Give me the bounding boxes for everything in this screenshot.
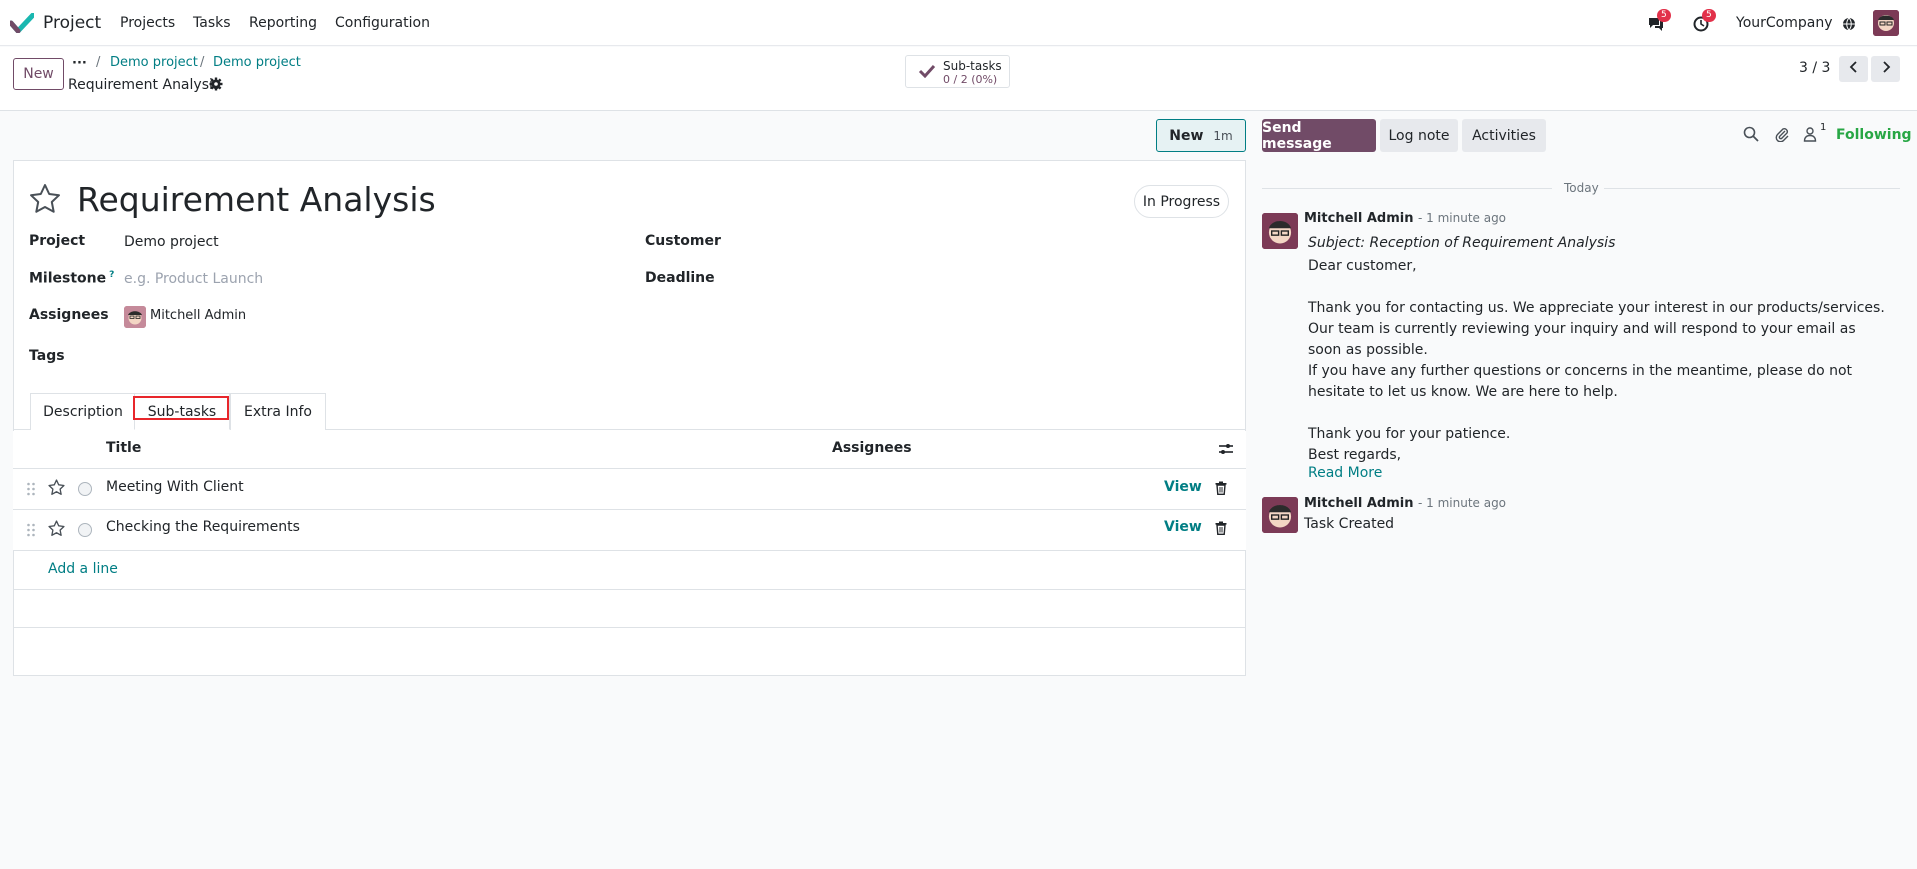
message-author-name[interactable]: Mitchell Admin [1304,211,1413,226]
activity-badge: 5 [1702,9,1716,22]
menu-configuration[interactable]: Configuration [335,15,430,31]
column-assignees[interactable]: Assignees [832,440,912,456]
breadcrumb-demo-project-2[interactable]: Demo project [213,55,301,70]
column-title[interactable]: Title [106,440,141,456]
view-button[interactable]: View [1164,479,1202,495]
user-icon[interactable] [1802,126,1820,144]
chat-badge: 5 [1657,9,1671,22]
pager-value[interactable]: 3 / 3 [1799,60,1830,76]
pager-next-button[interactable] [1871,56,1900,82]
gear-icon[interactable] [209,77,223,91]
message-avatar[interactable] [1262,497,1298,533]
milestone-label: Milestone? [29,270,114,287]
paperclip-icon[interactable] [1774,126,1792,144]
tab-highlight-box [133,396,229,420]
stage-time: 1m [1213,128,1233,143]
message-author: Mitchell Admin - 1 minute ago [1304,211,1506,226]
breadcrumb-demo-project[interactable]: Demo project [110,55,198,70]
subtasks-value: 0 / 2 (0%) [943,73,998,86]
subtasks-label: Sub-tasks [943,59,1002,73]
drag-handle-icon[interactable] [26,482,36,496]
assignee-avatar [124,306,146,328]
star-icon[interactable] [48,479,65,496]
message-subject: Subject: Reception of Requirement Analys… [1308,235,1616,251]
chat-icon[interactable]: 5 [1645,9,1671,35]
add-line-link[interactable]: Add a line [48,561,118,577]
message-author: Mitchell Admin - 1 minute ago [1304,496,1506,511]
menu-tasks[interactable]: Tasks [193,15,231,31]
app-logo-icon[interactable] [8,12,36,34]
task-state-button[interactable]: In Progress [1134,185,1229,218]
drag-handle-icon[interactable] [26,523,36,537]
milestone-field[interactable]: e.g. Product Launch [124,271,263,287]
send-message-button[interactable]: Send message [1262,119,1376,152]
company-switcher[interactable]: YourCompany [1736,15,1833,31]
breadcrumb-separator: / [96,55,101,70]
globe-icon[interactable] [1838,13,1860,35]
clock-icon[interactable]: 5 [1690,9,1716,35]
task-title[interactable]: Requirement Analysis [77,180,436,219]
tags-label: Tags [29,348,65,364]
chevron-right-icon [1881,61,1891,77]
column-options-icon[interactable] [1218,441,1234,457]
menu-reporting[interactable]: Reporting [249,15,317,31]
date-separator: Today [1564,181,1599,195]
row-title[interactable]: Checking the Requirements [106,519,300,535]
message-time: - 1 minute ago [1417,496,1507,510]
date-divider [1262,188,1552,189]
star-icon[interactable] [29,183,61,215]
trash-icon[interactable] [1215,481,1229,495]
stage-label: New [1169,127,1204,144]
following-button[interactable]: Following [1836,127,1912,143]
activities-button[interactable]: Activities [1462,119,1546,152]
row-divider [13,589,1246,590]
row-divider [13,627,1246,628]
app-name[interactable]: Project [43,13,101,33]
follower-count: 1 [1820,122,1827,133]
deadline-label: Deadline [645,270,715,286]
new-button[interactable]: New [13,58,64,90]
row-title[interactable]: Meeting With Client [106,479,244,495]
menu-projects[interactable]: Projects [120,15,175,31]
milestone-label-text: Milestone [29,270,107,287]
milestone-help-icon[interactable]: ? [109,270,114,280]
star-icon[interactable] [48,520,65,537]
log-note-button[interactable]: Log note [1380,119,1458,152]
breadcrumb-separator: / [200,55,205,70]
state-circle-icon[interactable] [78,523,92,537]
message-time: - 1 minute ago [1417,211,1507,225]
tab-description[interactable]: Description [30,393,136,430]
project-label: Project [29,233,86,249]
breadcrumb-collapse[interactable]: ··· [72,56,87,71]
trash-icon[interactable] [1215,521,1229,535]
subtasks-smart-button[interactable]: Sub-tasks 0 / 2 (0%) [905,55,1010,88]
pager-previous-button[interactable] [1839,56,1868,82]
customer-label: Customer [645,233,721,249]
message-avatar[interactable] [1262,213,1298,249]
message-author-name[interactable]: Mitchell Admin [1304,496,1413,511]
list-header [13,431,1246,469]
state-circle-icon[interactable] [78,482,92,496]
read-more-link[interactable]: Read More [1308,465,1382,481]
assignees-field[interactable]: Mitchell Admin [150,308,246,323]
stage-new-button[interactable]: New 1m [1156,119,1246,152]
view-button[interactable]: View [1164,519,1202,535]
message-body: Task Created [1304,516,1395,532]
assignees-label: Assignees [29,307,109,323]
search-icon[interactable] [1743,126,1761,144]
chevron-left-icon [1849,61,1859,77]
tab-extra-info[interactable]: Extra Info [230,393,326,430]
check-icon [918,64,936,82]
date-divider [1604,188,1900,189]
message-body: Dear customer, Thank you for contacting … [1308,258,1885,463]
user-avatar[interactable] [1873,10,1899,36]
breadcrumb-current: Requirement Analysis [68,77,221,93]
project-field[interactable]: Demo project [124,234,219,250]
